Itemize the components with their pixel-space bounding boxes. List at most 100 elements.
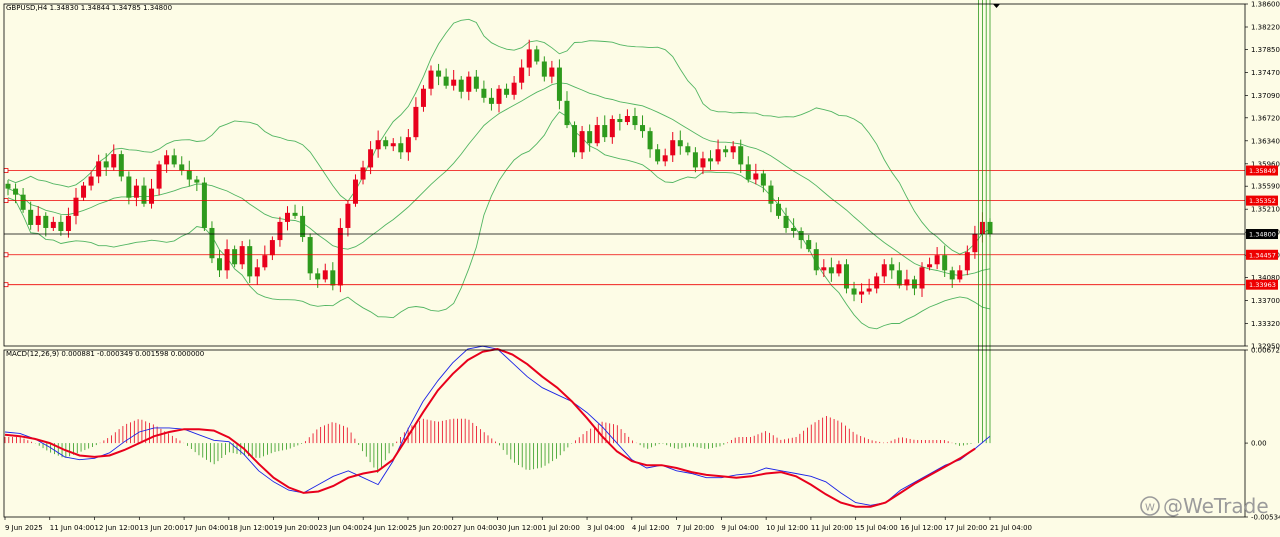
- watermark-text: @WeTrade: [1163, 494, 1269, 518]
- time-tick-label: 11 Jun 04:00: [50, 524, 94, 532]
- candle-body: [972, 234, 978, 253]
- candle-body: [126, 176, 132, 198]
- candle-body: [239, 246, 245, 265]
- candle-body: [209, 227, 215, 259]
- candle-body: [179, 164, 185, 171]
- bollinger-lower-line: [7, 111, 991, 330]
- candle-body: [881, 264, 887, 277]
- candle-body: [579, 131, 585, 153]
- candle-body: [156, 164, 162, 189]
- level-anchor-handle[interactable]: [3, 198, 9, 204]
- candle-body: [526, 49, 532, 68]
- candle-body: [262, 255, 268, 268]
- candle-body: [738, 146, 744, 165]
- price-label-value: 1.35352: [1249, 197, 1276, 205]
- candle-body: [896, 270, 902, 286]
- level-anchor-handle[interactable]: [3, 282, 9, 288]
- candle-body: [383, 140, 389, 147]
- macd-panel: [4, 0, 991, 508]
- candle-body: [28, 209, 34, 225]
- candle-body: [390, 143, 396, 147]
- candle-body: [745, 164, 751, 180]
- price-label-value: 1.33963: [1249, 281, 1276, 289]
- candle-body: [889, 264, 895, 271]
- candle-body: [866, 288, 872, 292]
- candle-body: [594, 125, 600, 144]
- macd-tick-label: 0.006727: [1251, 347, 1280, 355]
- macd-main-line: [4, 345, 991, 506]
- candle-body: [775, 203, 781, 216]
- wetrade-logo-glyph: W: [1145, 503, 1155, 514]
- candle-body: [277, 221, 283, 241]
- candle-body: [43, 215, 49, 228]
- time-tick-label: 10 Jul 12:00: [766, 524, 808, 532]
- candle-body: [798, 230, 804, 241]
- candle-body: [405, 137, 411, 153]
- time-tick-label: 3 Jul 04:00: [587, 524, 625, 532]
- candle-body: [496, 88, 502, 104]
- candle-body: [874, 276, 880, 289]
- candle-body: [375, 140, 381, 150]
- candle-body: [911, 279, 917, 289]
- chart-window[interactable]: 1.38600 1.38220 1.37850 1.37470 1.37090 1.367…: [0, 0, 1280, 537]
- candle-body: [81, 185, 87, 198]
- price-tick-label: 1.36340: [1251, 137, 1280, 145]
- candle-body: [133, 185, 139, 198]
- candle-body: [700, 158, 706, 168]
- candle-body: [640, 125, 646, 132]
- candle-body: [111, 154, 117, 168]
- level-anchor-handle[interactable]: [3, 168, 9, 173]
- candle-body: [488, 97, 494, 104]
- candle-body: [413, 106, 419, 138]
- candle-body: [519, 67, 525, 83]
- time-tick-label: 9 Jun 2025: [5, 524, 43, 532]
- price-tick-label: 1.38220: [1251, 24, 1280, 32]
- candle-body: [35, 215, 41, 225]
- macd-tick-label: 0.00: [1251, 440, 1267, 448]
- candle-body: [13, 188, 19, 195]
- candle-body: [315, 273, 321, 280]
- candle-body: [103, 161, 109, 168]
- candle-body: [556, 67, 562, 101]
- candle-body: [957, 270, 963, 280]
- candle-body: [352, 179, 358, 204]
- candle-body: [549, 67, 555, 77]
- candle-body: [685, 146, 691, 153]
- price-tick-label: 1.37090: [1251, 92, 1280, 100]
- candle-body: [715, 149, 721, 162]
- candle-body: [511, 82, 517, 95]
- chart-shift-marker[interactable]: [993, 4, 1000, 8]
- candle-body: [50, 221, 56, 228]
- candle-body: [337, 227, 343, 286]
- candle-body: [284, 212, 290, 222]
- chart-canvas[interactable]: 1.38600 1.38220 1.37850 1.37470 1.37090 1.367…: [0, 0, 1280, 537]
- candle-body: [232, 249, 238, 265]
- level-anchor-handle[interactable]: [3, 252, 9, 258]
- candle-body: [360, 167, 366, 180]
- axes: 1.38600 1.38220 1.37850 1.37470 1.37090 1.367…: [3, 1, 1280, 532]
- time-tick-label: 17 Jun 04:00: [184, 524, 228, 532]
- candle-body: [677, 140, 683, 147]
- candle-body: [821, 267, 827, 271]
- candle-body: [692, 152, 698, 168]
- candle-body: [572, 125, 578, 153]
- symbol-info: GBPUSD,H4 1.34830 1.34844 1.34785 1.3480…: [6, 4, 172, 12]
- candle-body: [247, 246, 253, 277]
- candle-body: [587, 131, 593, 144]
- watermark: W @WeTrade: [1140, 494, 1269, 518]
- candle-body: [322, 270, 328, 280]
- macd-info: MACD(12,26,9) 0.000881 -0.000349 0.00159…: [6, 350, 204, 358]
- candle-body: [655, 149, 661, 162]
- candle-body: [436, 70, 442, 77]
- candle-body: [149, 188, 155, 204]
- price-tick-label: 1.36720: [1251, 114, 1280, 122]
- candle-body: [20, 194, 26, 210]
- time-tick-label: 18 Jun 12:00: [229, 524, 273, 532]
- candle-body: [368, 149, 374, 168]
- macd-panel-frame: [3, 349, 1246, 518]
- candle-body: [269, 240, 275, 256]
- candle-body: [420, 88, 426, 107]
- candle-body: [118, 154, 124, 177]
- price-panel: [3, 18, 1245, 330]
- candle-body: [813, 249, 819, 271]
